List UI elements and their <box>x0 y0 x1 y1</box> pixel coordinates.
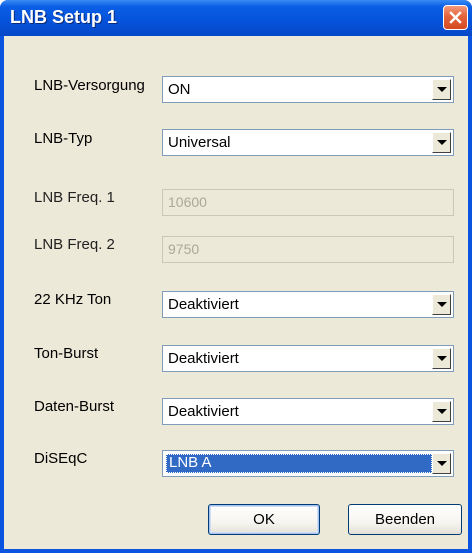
daten-burst-label: Daten-Burst <box>34 398 115 415</box>
lnb-typ-dropdown[interactable]: Universal <box>162 129 454 156</box>
lnb-freq2-field: 9750 <box>162 236 454 263</box>
khz-ton-value: Deaktiviert <box>168 296 239 313</box>
lnb-versorgung-dropdown[interactable]: ON <box>162 76 454 103</box>
daten-burst-value: Deaktiviert <box>168 403 239 420</box>
chevron-down-icon[interactable] <box>432 294 451 315</box>
dialog-body: LNB-Versorgung ON LNB-Typ Universal LNB … <box>4 36 468 549</box>
lnb-setup-dialog: LNB Setup 1 LNB-Versorgung ON LNB-Typ Un… <box>0 0 472 553</box>
ton-burst-dropdown[interactable]: Deaktiviert <box>162 345 454 372</box>
daten-burst-dropdown[interactable]: Deaktiviert <box>162 398 454 425</box>
ton-burst-value: Deaktiviert <box>168 350 239 367</box>
chevron-down-icon[interactable] <box>432 79 451 100</box>
lnb-versorgung-value: ON <box>168 81 191 98</box>
lnb-freq2-value: 9750 <box>168 241 200 257</box>
khz-ton-dropdown[interactable]: Deaktiviert <box>162 291 454 318</box>
window-title: LNB Setup 1 <box>10 7 118 27</box>
close-button[interactable] <box>443 5 468 30</box>
chevron-down-icon[interactable] <box>432 132 451 153</box>
chevron-down-icon[interactable] <box>432 453 451 474</box>
lnb-freq2-label: LNB Freq. 2 <box>34 236 115 253</box>
diseqc-label: DiSEqC <box>34 450 88 467</box>
lnb-freq1-field: 10600 <box>162 189 454 216</box>
close-icon <box>449 11 462 24</box>
chevron-down-icon[interactable] <box>432 348 451 369</box>
lnb-freq1-label: LNB Freq. 1 <box>34 189 115 206</box>
lnb-typ-label: LNB-Typ <box>34 130 93 147</box>
chevron-down-icon[interactable] <box>432 401 451 422</box>
beenden-button[interactable]: Beenden <box>348 504 462 535</box>
lnb-freq1-value: 10600 <box>168 194 207 210</box>
lnb-typ-value: Universal <box>168 134 231 151</box>
ok-button[interactable]: OK <box>208 504 320 535</box>
diseqc-dropdown[interactable]: LNB A <box>162 450 454 477</box>
diseqc-value: LNB A <box>169 454 212 471</box>
khz-ton-label: 22 KHz Ton <box>34 291 112 308</box>
title-bar[interactable]: LNB Setup 1 <box>0 0 472 36</box>
ton-burst-label: Ton-Burst <box>34 345 99 362</box>
lnb-versorgung-label: LNB-Versorgung <box>34 77 145 94</box>
